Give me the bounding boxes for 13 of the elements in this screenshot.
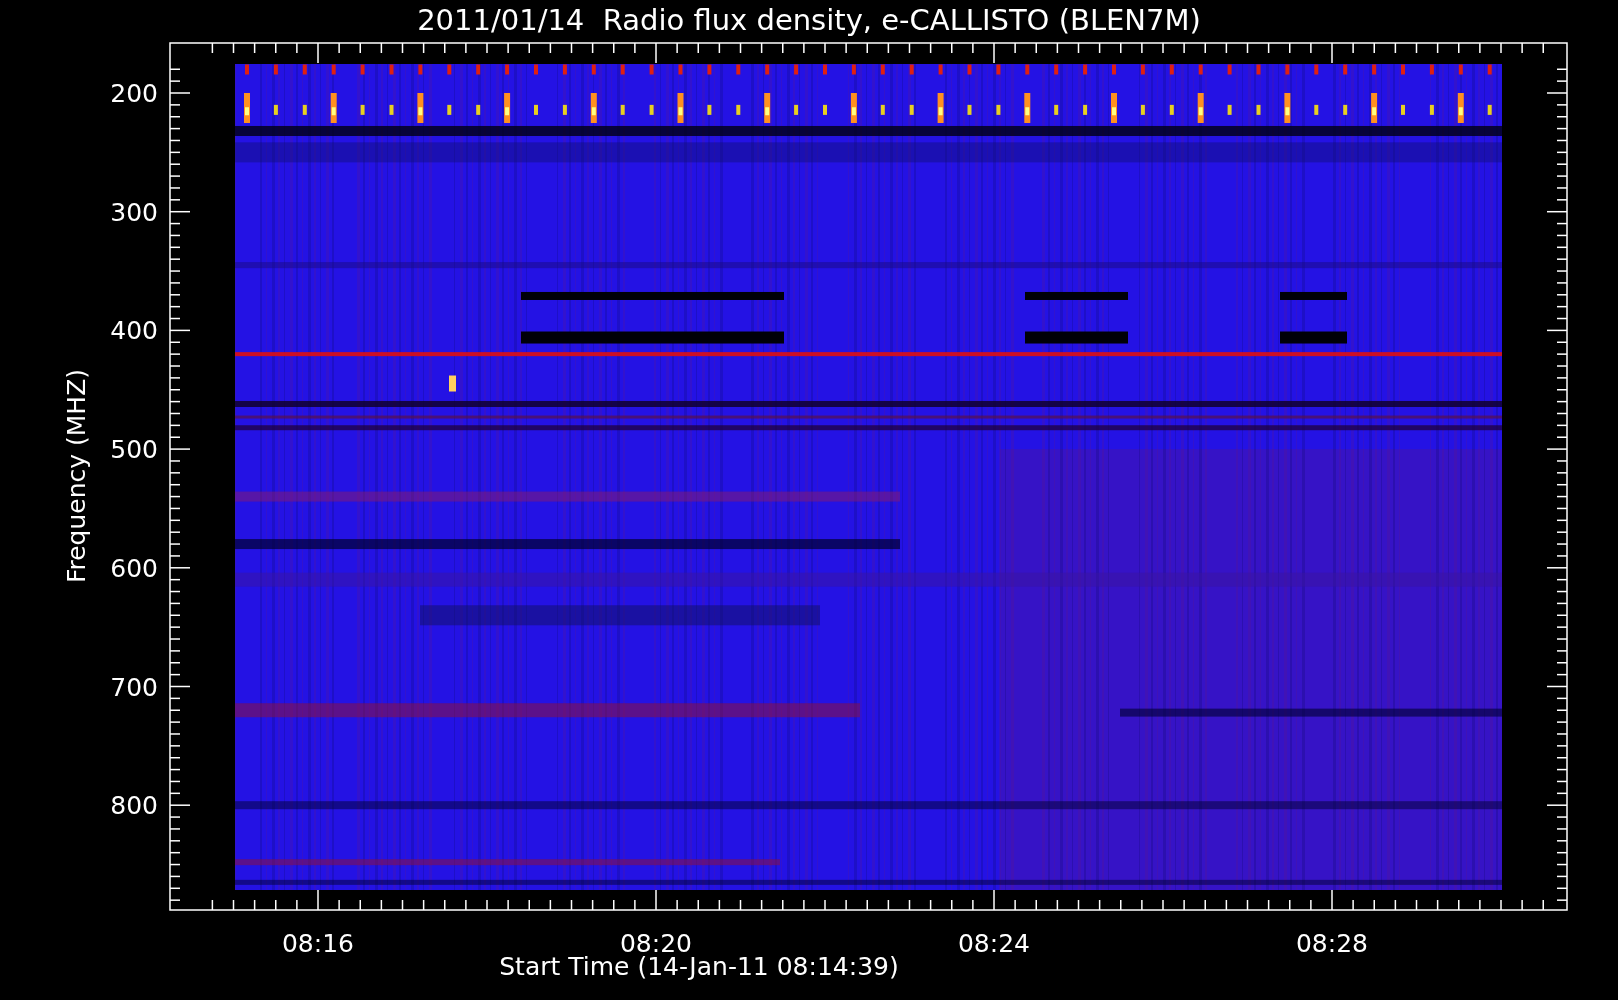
axis-label: Start Time (14-Jan-11 08:14:39) xyxy=(499,952,899,981)
tick-label: 08:28 xyxy=(1296,929,1368,958)
tick-label: 600 xyxy=(110,553,158,583)
tick-label: 700 xyxy=(110,672,158,702)
axis-label: Frequency (MHZ) xyxy=(62,368,91,584)
tick-label: 08:16 xyxy=(282,929,354,958)
tick-label: 200 xyxy=(110,79,158,108)
tick-label: 300 xyxy=(110,197,158,227)
tick-label: 800 xyxy=(110,791,158,821)
chart-title: 2011/01/14 Radio flux density, e-CALLISTO (BLEN7M) xyxy=(417,3,1201,37)
tick-label: 500 xyxy=(110,435,158,465)
tick-label: 400 xyxy=(110,316,158,346)
tick-label: 08:24 xyxy=(958,929,1030,958)
